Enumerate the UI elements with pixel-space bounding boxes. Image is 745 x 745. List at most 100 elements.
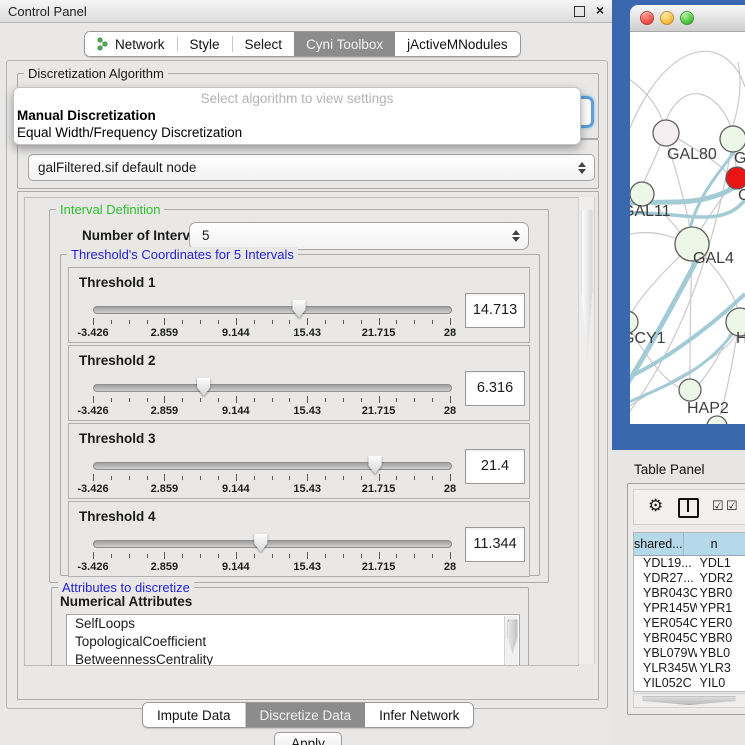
attributes-group: Attributes to discretize Numerical Attri… xyxy=(51,587,529,666)
network-node[interactable] xyxy=(726,167,745,189)
table-row[interactable]: YPR145WYPR1 xyxy=(634,601,745,616)
node-table[interactable]: shared... n YDL19...YDL1YDR27...YDR2YBR0… xyxy=(633,532,745,692)
slider-thumb[interactable] xyxy=(368,455,383,474)
network-edge xyxy=(630,258,698,398)
attributes-list-scrollbar[interactable] xyxy=(504,616,518,666)
checkbox-icon[interactable]: ☑ xyxy=(726,498,738,514)
attributes-list[interactable]: SelfLoopsTopologicalCoefficientBetweenne… xyxy=(66,614,520,666)
threshold-value-field[interactable]: 21.4 xyxy=(465,449,525,484)
table-row[interactable]: YDL19...YDL1 xyxy=(634,556,745,571)
slider-tick-labels: -3.4262.8599.14415.4321.71528 xyxy=(93,483,450,495)
tab-cyni-toolbox[interactable]: Cyni Toolbox xyxy=(294,32,395,56)
slider-track[interactable] xyxy=(93,540,452,548)
network-node[interactable] xyxy=(653,120,679,146)
network-window: GAL80GCGAL11GAL4GCY1HHAP2 xyxy=(630,5,745,424)
combobox-arrows-icon xyxy=(578,162,585,174)
threshold-label: Threshold 3 xyxy=(79,431,156,446)
threshold-label: Threshold 4 xyxy=(79,509,156,524)
thresholds-group: Threshold's Coordinates for 5 Intervals … xyxy=(60,254,540,576)
table-row[interactable]: YIL052CYIL0 xyxy=(634,676,745,691)
network-edge xyxy=(630,233,680,241)
network-node[interactable] xyxy=(707,416,727,424)
threshold-row: Threshold 1-3.4262.8599.14415.4321.71528… xyxy=(68,267,530,343)
slider-ticks xyxy=(93,474,450,482)
table-horizontal-scrollbar[interactable] xyxy=(633,693,745,708)
gear-icon[interactable]: ⚙ xyxy=(648,496,663,516)
table-row[interactable]: YBL079WYBL0 xyxy=(634,646,745,661)
number-of-intervals-spinner[interactable]: 5 xyxy=(189,222,529,250)
control-panel-titlebar: Control Panel × xyxy=(0,0,612,23)
threshold-value-field[interactable]: 14.713 xyxy=(465,293,525,328)
numerical-attributes-label: Numerical Attributes xyxy=(60,594,192,609)
tab-jactivemnodules[interactable]: jActiveMNodules xyxy=(395,32,520,56)
table-row[interactable]: YLR345WYLR3 xyxy=(634,661,745,676)
screen: Control Panel × Network Style xyxy=(0,0,745,745)
network-edge xyxy=(666,94,731,127)
table-header-row: shared... n xyxy=(634,533,745,556)
node-label: G xyxy=(734,150,745,167)
threshold-value-field[interactable]: 11.344 xyxy=(465,527,525,562)
dropdown-hint: Select algorithm to view settings xyxy=(14,91,580,106)
settings-scrollpane: Interval Definition Number of Intervals … xyxy=(24,197,579,666)
column-header-name[interactable]: n xyxy=(684,533,745,555)
table-row[interactable]: YDR27...YDR2 xyxy=(634,571,745,586)
threshold-value-field[interactable]: 6.316 xyxy=(465,371,525,406)
slider-tick-labels: -3.4262.8599.14415.4321.71528 xyxy=(93,405,450,417)
tab-impute-data[interactable]: Impute Data xyxy=(143,703,246,727)
network-node[interactable] xyxy=(679,379,701,401)
attribute-list-item[interactable]: TopologicalCoefficient xyxy=(67,633,519,651)
network-edge xyxy=(733,62,740,126)
close-icon[interactable]: × xyxy=(596,2,604,18)
table-row[interactable]: YER054CYER0 xyxy=(634,616,745,631)
group-title: Attributes to discretize xyxy=(58,580,194,595)
zoom-traffic-light[interactable] xyxy=(680,11,694,25)
spinner-value: 5 xyxy=(202,228,210,243)
node-label: GAL11 xyxy=(630,203,671,220)
vertical-scrollbar[interactable] xyxy=(578,197,595,664)
control-panel: Control Panel × Network Style xyxy=(0,0,612,745)
group-title: Threshold's Coordinates for 5 Intervals xyxy=(67,247,298,262)
threshold-slider[interactable]: -3.4262.8599.14415.4321.71528 xyxy=(93,532,450,574)
slider-track[interactable] xyxy=(93,462,452,470)
network-node[interactable] xyxy=(720,126,745,152)
threshold-slider[interactable]: -3.4262.8599.14415.4321.71528 xyxy=(93,454,450,496)
table-row[interactable]: YBR045CYBR0 xyxy=(634,631,745,646)
settings-panel: Interval Definition Number of Intervals … xyxy=(17,191,599,700)
slider-thumb[interactable] xyxy=(292,299,307,318)
network-canvas[interactable]: GAL80GCGAL11GAL4GCY1HHAP2 xyxy=(630,32,745,424)
table-data-combobox[interactable]: galFiltered.sif default node xyxy=(28,154,595,181)
threshold-slider[interactable]: -3.4262.8599.14415.4321.71528 xyxy=(93,376,450,418)
node-label: GCY1 xyxy=(630,330,666,347)
network-edge xyxy=(644,145,660,182)
attribute-list-item[interactable]: SelfLoops xyxy=(67,615,519,633)
slider-tick-labels: -3.4262.8599.14415.4321.71528 xyxy=(93,561,450,573)
dropdown-option-manual[interactable]: Manual Discretization xyxy=(17,108,577,125)
split-view-icon[interactable] xyxy=(678,498,699,518)
scrollbar-thumb[interactable] xyxy=(581,203,593,365)
close-traffic-light[interactable] xyxy=(640,11,654,25)
tab-discretize-data[interactable]: Discretize Data xyxy=(246,703,366,727)
slider-thumb[interactable] xyxy=(253,533,268,552)
slider-ticks xyxy=(93,396,450,404)
scrollbar-thumb[interactable] xyxy=(636,696,742,705)
threshold-label: Threshold 2 xyxy=(79,353,156,368)
checkbox-icon[interactable]: ☑ xyxy=(712,498,724,514)
node-label: GAL80 xyxy=(667,146,717,163)
slider-thumb[interactable] xyxy=(196,377,211,396)
slider-track[interactable] xyxy=(93,384,452,392)
tab-network[interactable]: Network xyxy=(85,32,177,56)
tab-select[interactable]: Select xyxy=(233,32,295,56)
minimize-traffic-light[interactable] xyxy=(660,11,674,25)
network-window-titlebar[interactable] xyxy=(630,5,745,32)
bottom-tab-bar: Impute Data Discretize Data Infer Networ… xyxy=(142,702,474,728)
slider-track[interactable] xyxy=(93,306,452,314)
tab-infer-network[interactable]: Infer Network xyxy=(365,703,473,727)
column-header-shared[interactable]: shared... xyxy=(634,533,684,555)
tab-style[interactable]: Style xyxy=(178,32,232,56)
apply-button[interactable]: Apply xyxy=(274,732,342,745)
table-row[interactable]: YBR043CYBR0 xyxy=(634,586,745,601)
attribute-list-item[interactable]: BetweennessCentrality xyxy=(67,651,519,666)
threshold-slider[interactable]: -3.4262.8599.14415.4321.71528 xyxy=(93,298,450,340)
float-window-icon[interactable] xyxy=(574,6,585,17)
dropdown-option-equal-width[interactable]: Equal Width/Frequency Discretization xyxy=(17,125,577,142)
